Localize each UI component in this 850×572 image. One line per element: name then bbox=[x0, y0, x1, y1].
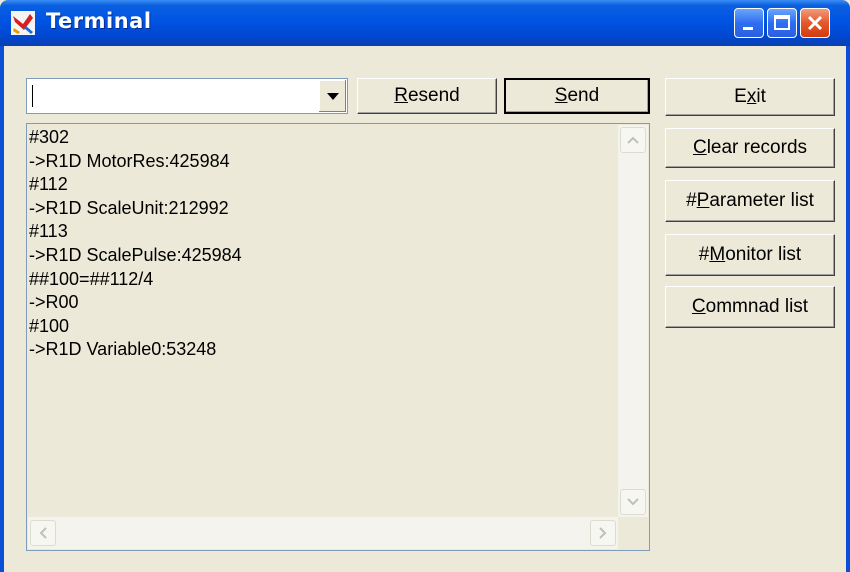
log-line: ->R1D MotorRes:425984 bbox=[29, 150, 230, 171]
log-line: ##100=##112/4 bbox=[29, 268, 154, 289]
log-line: #100 bbox=[29, 315, 70, 336]
chevron-down-icon bbox=[627, 498, 639, 506]
log-line: #302 bbox=[29, 127, 70, 147]
maximize-button[interactable] bbox=[767, 8, 797, 38]
chevron-down-icon bbox=[327, 93, 339, 100]
window-frame-left bbox=[0, 46, 4, 572]
terminal-app-icon bbox=[11, 11, 35, 35]
clear-records-button[interactable]: Clear records bbox=[665, 128, 835, 168]
horizontal-scrollbar[interactable] bbox=[28, 517, 618, 549]
scroll-down-button[interactable] bbox=[620, 489, 646, 515]
log-line: ->R00 bbox=[29, 292, 79, 313]
text-caret bbox=[32, 85, 33, 107]
resend-button[interactable]: Resend bbox=[357, 78, 497, 114]
monitor-list-button[interactable]: # Monitor list bbox=[665, 234, 835, 276]
scrollbar-corner bbox=[618, 517, 648, 549]
command-combobox[interactable] bbox=[26, 78, 348, 114]
log-line: #113 bbox=[29, 221, 68, 242]
title-bar[interactable]: Terminal bbox=[0, 0, 850, 46]
scroll-right-button[interactable] bbox=[590, 520, 616, 546]
send-button[interactable]: Send bbox=[504, 78, 650, 114]
scroll-up-button[interactable] bbox=[620, 127, 646, 153]
minimize-button[interactable] bbox=[734, 8, 764, 38]
exit-button[interactable]: Ex it bbox=[665, 78, 835, 116]
window-frame-right bbox=[846, 46, 850, 572]
combobox-dropdown-button[interactable] bbox=[318, 80, 346, 112]
log-line: ->R1D Variable0:53248 bbox=[29, 339, 217, 360]
command-list-button[interactable]: Commnad list bbox=[665, 286, 835, 328]
scroll-left-button[interactable] bbox=[30, 520, 56, 546]
close-button[interactable] bbox=[800, 8, 830, 38]
parameter-list-button[interactable]: # Parameter list bbox=[665, 180, 835, 222]
close-icon bbox=[807, 15, 823, 31]
log-line: ->R1D ScaleUnit:212992 bbox=[29, 197, 229, 218]
chevron-right-icon bbox=[599, 527, 607, 539]
window-title: Terminal bbox=[46, 9, 152, 33]
log-line: ->R1D ScalePulse:425984 bbox=[29, 244, 242, 265]
chevron-left-icon bbox=[39, 527, 47, 539]
chevron-up-icon bbox=[627, 136, 639, 144]
log-lines: #302 ->R1D MotorRes:425984 #112 ->R1D Sc… bbox=[29, 126, 619, 362]
terminal-window: Terminal Resend Send Ex it Clear records … bbox=[0, 0, 850, 572]
minimize-icon bbox=[743, 27, 753, 30]
records-log[interactable]: #302 ->R1D MotorRes:425984 #112 ->R1D Sc… bbox=[26, 123, 650, 551]
maximize-icon bbox=[774, 15, 790, 30]
vertical-scrollbar[interactable] bbox=[618, 125, 648, 517]
log-line: #112 bbox=[29, 174, 68, 195]
